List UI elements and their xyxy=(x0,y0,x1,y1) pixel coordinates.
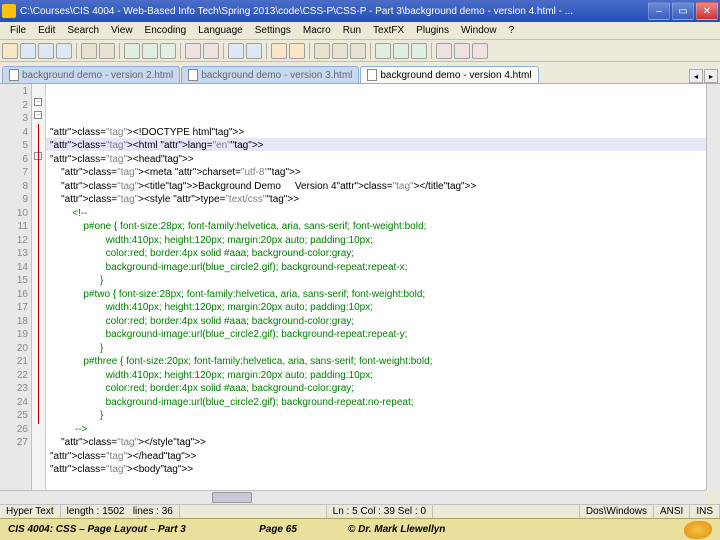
show-all-chars-icon[interactable] xyxy=(332,43,348,59)
copy-icon[interactable] xyxy=(142,43,158,59)
file-icon xyxy=(367,69,377,81)
tab-bar: background demo - version 2.html backgro… xyxy=(0,62,720,84)
redo-icon[interactable] xyxy=(203,43,219,59)
menu-encoding[interactable]: Encoding xyxy=(139,24,193,37)
macro-record-icon[interactable] xyxy=(375,43,391,59)
horizontal-scrollbar[interactable] xyxy=(0,490,706,504)
paste-icon[interactable] xyxy=(160,43,176,59)
new-file-icon[interactable] xyxy=(2,43,18,59)
maximize-button[interactable]: ▭ xyxy=(672,2,694,20)
undo-icon[interactable] xyxy=(185,43,201,59)
status-insert-mode: INS xyxy=(690,505,720,518)
close-all-icon[interactable] xyxy=(99,43,115,59)
toolbar-separator xyxy=(431,43,432,59)
code-area[interactable]: "attr">class="tag"><!DOCTYPE html"tag">>… xyxy=(46,84,720,490)
indent-guide-icon[interactable] xyxy=(350,43,366,59)
toolbar-extra-icon[interactable] xyxy=(436,43,452,59)
close-button[interactable]: ✕ xyxy=(696,2,718,20)
window-titlebar: C:\Courses\CIS 4004 - Web-Based Info Tec… xyxy=(0,0,720,22)
toolbar-separator xyxy=(266,43,267,59)
line-number-gutter: 1234567891011121314151617181920212223242… xyxy=(0,84,32,490)
tab-scroll-right-icon[interactable]: ▸ xyxy=(704,69,718,83)
minimize-button[interactable]: – xyxy=(648,2,670,20)
menu-plugins[interactable]: Plugins xyxy=(410,24,455,37)
toolbar xyxy=(0,40,720,62)
tab-label: background demo - version 3.html xyxy=(201,70,352,81)
fold-guide xyxy=(38,124,39,424)
replace-icon[interactable] xyxy=(246,43,262,59)
toolbar-extra-icon[interactable] xyxy=(454,43,470,59)
zoom-out-icon[interactable] xyxy=(289,43,305,59)
editor-tab[interactable]: background demo - version 3.html xyxy=(181,66,359,83)
file-icon xyxy=(188,69,198,81)
fold-toggle-icon[interactable]: − xyxy=(34,111,42,119)
toolbar-separator xyxy=(119,43,120,59)
file-icon xyxy=(9,69,19,81)
toolbar-extra-icon[interactable] xyxy=(472,43,488,59)
scrollbar-thumb[interactable] xyxy=(212,492,252,503)
code-editor[interactable]: 1234567891011121314151617181920212223242… xyxy=(0,84,720,490)
close-file-icon[interactable] xyxy=(81,43,97,59)
status-bar: Hyper Text length : 1502 lines : 36 Ln :… xyxy=(0,504,720,518)
status-filetype: Hyper Text xyxy=(0,505,61,518)
menu-macro[interactable]: Macro xyxy=(297,24,337,37)
tab-label: background demo - version 4.html xyxy=(380,70,531,81)
status-position: Ln : 5 Col : 39 Sel : 0 xyxy=(327,505,433,518)
find-icon[interactable] xyxy=(228,43,244,59)
slide-footer: CIS 4004: CSS – Page Layout – Part 3 Pag… xyxy=(0,518,720,540)
app-icon xyxy=(2,4,16,18)
status-encoding: ANSI xyxy=(654,505,690,518)
window-title: C:\Courses\CIS 4004 - Web-Based Info Tec… xyxy=(20,6,646,17)
menu-edit[interactable]: Edit xyxy=(32,24,61,37)
menu-help[interactable]: ? xyxy=(503,24,521,37)
editor-tab-active[interactable]: background demo - version 4.html xyxy=(360,66,538,83)
tab-scroll-left-icon[interactable]: ◂ xyxy=(689,69,703,83)
toolbar-separator xyxy=(76,43,77,59)
fold-toggle-icon[interactable]: − xyxy=(34,98,42,106)
save-all-icon[interactable] xyxy=(56,43,72,59)
footer-copyright: © Dr. Mark Llewellyn xyxy=(348,524,684,535)
university-logo-icon xyxy=(684,521,712,539)
menu-bar: File Edit Search View Encoding Language … xyxy=(0,22,720,40)
toolbar-separator xyxy=(180,43,181,59)
status-eol: Dos\Windows xyxy=(580,505,654,518)
tab-label: background demo - version 2.html xyxy=(22,70,173,81)
wordwrap-icon[interactable] xyxy=(314,43,330,59)
menu-run[interactable]: Run xyxy=(337,24,367,37)
menu-search[interactable]: Search xyxy=(61,24,105,37)
footer-page: Page 65 xyxy=(208,524,348,535)
editor-tab[interactable]: background demo - version 2.html xyxy=(2,66,180,83)
open-file-icon[interactable] xyxy=(20,43,36,59)
cut-icon[interactable] xyxy=(124,43,140,59)
macro-stop-icon[interactable] xyxy=(393,43,409,59)
fold-gutter: − − − xyxy=(32,84,46,490)
toolbar-separator xyxy=(309,43,310,59)
toolbar-separator xyxy=(223,43,224,59)
save-icon[interactable] xyxy=(38,43,54,59)
menu-settings[interactable]: Settings xyxy=(249,24,297,37)
toolbar-separator xyxy=(370,43,371,59)
footer-course: CIS 4004: CSS – Page Layout – Part 3 xyxy=(8,524,208,535)
menu-file[interactable]: File xyxy=(4,24,32,37)
menu-window[interactable]: Window xyxy=(455,24,503,37)
menu-language[interactable]: Language xyxy=(192,24,249,37)
menu-textfx[interactable]: TextFX xyxy=(367,24,410,37)
status-length: length : 1502 lines : 36 xyxy=(61,505,180,518)
zoom-in-icon[interactable] xyxy=(271,43,287,59)
macro-play-icon[interactable] xyxy=(411,43,427,59)
menu-view[interactable]: View xyxy=(105,24,139,37)
